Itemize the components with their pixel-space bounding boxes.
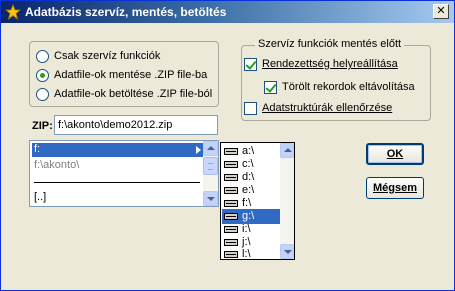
- app-star-icon: [5, 4, 21, 20]
- drive-icon: [224, 213, 238, 220]
- close-icon: ✕: [436, 5, 446, 17]
- cancel-label: Mégsem: [372, 182, 418, 194]
- drive-icon: [224, 251, 238, 258]
- dir-drive-item[interactable]: f:: [32, 143, 204, 157]
- drive-label: c:\: [242, 158, 254, 170]
- drive-icon: [224, 187, 238, 194]
- drive-label: l:\: [242, 248, 251, 260]
- window-title: Adatbázis szervíz, mentés, betöltés: [25, 5, 227, 19]
- drive-scrollbar[interactable]: [280, 143, 294, 259]
- zip-label: ZIP:: [32, 120, 53, 132]
- scroll-up-icon[interactable]: [280, 143, 294, 158]
- dialog-window: Adatbázis szervíz, mentés, betöltés ✕ Cs…: [0, 0, 455, 291]
- service-group-legend: Szervíz funkciók mentés előtt: [255, 38, 405, 50]
- directory-list[interactable]: f: f:\akonto\ [..]: [29, 140, 219, 207]
- service-options-group: Rendezettség helyreállítása Törölt rekor…: [241, 45, 431, 121]
- ok-button[interactable]: OK: [366, 143, 424, 165]
- drive-icon: [224, 148, 238, 155]
- scroll-up-icon[interactable]: [203, 141, 218, 156]
- zip-path-input[interactable]: f:\akonto\demo2012.zip: [54, 115, 218, 135]
- mode-radio-group: Csak szervíz funkciók Adatfile-ok mentés…: [29, 41, 219, 107]
- scroll-down-icon[interactable]: [280, 244, 294, 259]
- scroll-down-icon[interactable]: [203, 191, 218, 206]
- drive-icon: [224, 174, 238, 181]
- checkbox-label: Rendezettség helyreállítása: [262, 58, 398, 70]
- drive-label: e:\: [242, 184, 255, 196]
- checkbox-label: Adatstruktúrák ellenőrzése: [262, 102, 393, 114]
- checkbox[interactable]: [244, 102, 257, 115]
- drive-icon: [224, 200, 238, 207]
- drive-label: d:\: [242, 171, 255, 183]
- dir-parent-item[interactable]: [..]: [32, 191, 204, 205]
- drive-label: g:\: [242, 210, 255, 222]
- title-bar[interactable]: Adatbázis szervíz, mentés, betöltés ✕: [1, 1, 454, 23]
- dir-scrollbar[interactable]: [203, 141, 218, 206]
- checkbox-label: Törölt rekordok eltávolítása: [282, 81, 415, 93]
- dir-separator: [34, 182, 200, 183]
- drive-icon: [224, 239, 238, 246]
- drive-label: f:\: [242, 197, 252, 209]
- drive-label: a:\: [242, 145, 255, 157]
- radio-label: Adatfile-ok mentése .ZIP file-ba: [54, 69, 208, 81]
- radio-label: Csak szervíz funkciók: [54, 50, 161, 62]
- scroll-thumb[interactable]: [203, 157, 218, 175]
- dir-path-item[interactable]: f:\akonto\: [32, 159, 204, 173]
- radio-label: Adatfile-ok betöltése .ZIP file-ból: [54, 88, 213, 100]
- dir-label: f:\akonto\: [34, 159, 80, 171]
- dir-label: [..]: [34, 191, 47, 203]
- drive-icon: [224, 161, 238, 168]
- dir-label: f:: [34, 143, 41, 155]
- checkbox[interactable]: [244, 58, 257, 71]
- radio-button[interactable]: [36, 50, 49, 63]
- drive-icon: [224, 226, 238, 233]
- close-button[interactable]: ✕: [433, 4, 449, 19]
- arrow-right-icon: [196, 146, 201, 154]
- drive-label: i:\: [242, 223, 251, 235]
- drive-list[interactable]: a:\ c:\ d:\ e:\ f:\ g:\ i:\ j:\ l:\: [220, 142, 295, 260]
- radio-button[interactable]: [36, 69, 49, 82]
- drive-item[interactable]: l:\: [222, 247, 280, 260]
- radio-button[interactable]: [36, 88, 49, 101]
- cancel-button[interactable]: Mégsem: [366, 177, 424, 199]
- checkbox[interactable]: [264, 81, 277, 94]
- ok-label: OK: [386, 148, 404, 160]
